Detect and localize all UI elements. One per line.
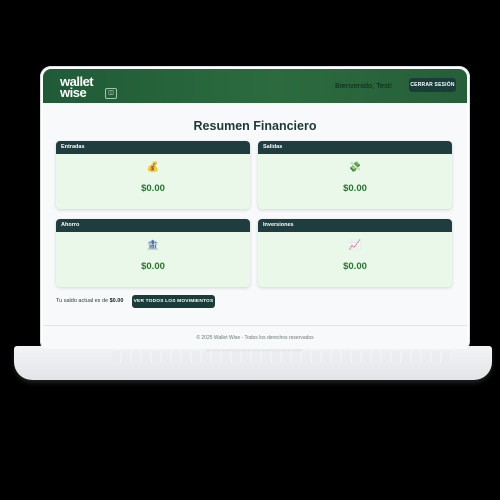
footer-copyright: © 2025 Wallet Wise - Todos los derechos … (196, 335, 314, 341)
card-value: $0.00 (141, 183, 165, 194)
card-value: $0.00 (343, 261, 367, 272)
wallet-wise-logo[interactable]: wallet wise ◫ (60, 74, 120, 100)
laptop-keyboard (112, 351, 452, 363)
welcome-message: Bienvenido, Test! (335, 81, 392, 90)
app-screen: wallet wise ◫ Bienvenido, Test! CERRAR S… (43, 69, 467, 349)
footer-divider (43, 325, 467, 326)
balance-summary: Tu saldo actual es de $0.00 (56, 298, 123, 304)
app-header: wallet wise ◫ Bienvenido, Test! CERRAR S… (43, 69, 467, 103)
page-title: Resumen Financiero (193, 119, 317, 133)
balance-value: $0.00 (109, 298, 124, 304)
laptop-base (14, 346, 492, 380)
welcome-prefix: Bienvenido, (335, 81, 377, 90)
bank-icon: 🏦 (146, 240, 160, 251)
money-bag-icon: 💰 (146, 162, 160, 173)
money-flying-icon: 💸 (348, 162, 362, 173)
card-header: Inversiones (258, 219, 452, 232)
card-entradas[interactable]: Entradas 💰 $0.00 (56, 141, 250, 209)
user-name: Test (376, 81, 390, 90)
card-value: $0.00 (343, 183, 367, 194)
logo-text-wise: wise (60, 85, 87, 100)
card-header: Ahorro (56, 219, 250, 232)
card-header: Salidas (258, 141, 452, 154)
welcome-suffix: ! (389, 81, 393, 90)
logout-button[interactable]: CERRAR SESIÓN (409, 78, 456, 92)
card-header: Entradas (56, 141, 250, 154)
view-all-movements-button[interactable]: VER TODOS LOS MOVIMIENTOS (132, 295, 215, 308)
card-salidas[interactable]: Salidas 💸 $0.00 (258, 141, 452, 209)
logo-mark-icon: ◫ (105, 88, 117, 99)
card-ahorro[interactable]: Ahorro 🏦 $0.00 (56, 219, 250, 287)
balance-label: Tu saldo actual es de (56, 298, 109, 304)
card-value: $0.00 (141, 261, 165, 272)
card-inversiones[interactable]: Inversiones 📈 $0.00 (258, 219, 452, 287)
chart-increasing-icon: 📈 (348, 240, 362, 251)
